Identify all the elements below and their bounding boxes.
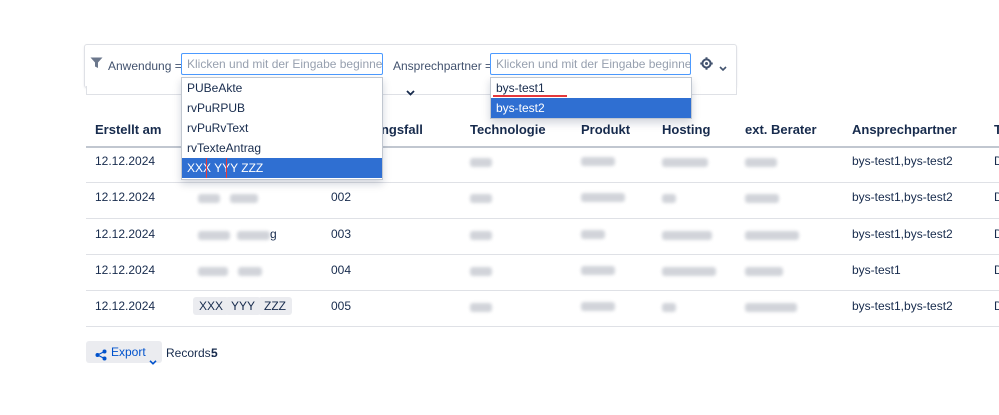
cell-redacted: [581, 157, 615, 166]
dropdown-option[interactable]: PUBeAkte: [182, 78, 382, 98]
ansprechpartner-dropdown: bys-test1 bys-test2: [490, 77, 692, 119]
cell-redacted: [745, 267, 783, 276]
cell-redacted: [470, 158, 492, 167]
cell-number: 002: [331, 190, 352, 204]
column-header-produkt[interactable]: Produkt: [581, 122, 630, 137]
cell-redacted: [745, 158, 777, 167]
cell-redacted: [237, 231, 270, 240]
dropdown-option-selected[interactable]: XXX YYY ZZZ: [182, 158, 382, 178]
cell-ansprechpartner: bys-test1: [852, 263, 901, 277]
cell-redacted: [581, 193, 625, 202]
cell-redacted: [581, 266, 615, 275]
settings-chevron-down-icon[interactable]: [719, 61, 727, 75]
cell-redacted: [470, 267, 492, 276]
chevron-down-icon: [149, 350, 157, 372]
chevron-down-icon[interactable]: [406, 85, 415, 99]
records-count: 5: [211, 346, 218, 360]
column-header-technologie[interactable]: Technologie: [470, 122, 546, 137]
cell-redacted: [198, 267, 228, 276]
cell-number: 003: [331, 227, 352, 241]
cell-date: 12.12.2024: [95, 227, 156, 241]
cell-truncated: D: [994, 299, 999, 313]
column-header-erstellt[interactable]: Erstellt am: [95, 122, 161, 137]
column-header-truncated[interactable]: T: [994, 122, 999, 137]
cell-redacted: [581, 230, 605, 239]
filter-icon: [90, 57, 103, 72]
tag-chip: ZZZ: [258, 297, 292, 315]
cell-partial-text: g: [270, 227, 277, 241]
row-divider: [86, 218, 999, 219]
cell-date: 12.12.2024: [95, 190, 156, 204]
cell-number: 005: [331, 299, 352, 313]
ansprechpartner-label: Ansprechpartner =: [393, 59, 493, 73]
cell-redacted: [662, 267, 716, 276]
cell-date: 12.12.2024: [95, 299, 156, 313]
column-header-berater[interactable]: ext. Berater: [745, 122, 817, 137]
export-label: Export: [111, 345, 146, 359]
cell-date: 12.12.2024: [95, 154, 156, 168]
gear-icon[interactable]: [700, 57, 713, 73]
cell-redacted: [470, 303, 492, 312]
tag-chip: YYY: [225, 297, 262, 315]
column-header-hosting[interactable]: Hosting: [662, 122, 710, 137]
row-divider: [86, 326, 999, 327]
cell-ansprechpartner: bys-test1,bys-test2: [852, 190, 953, 204]
records-label: Records:: [166, 346, 215, 360]
cell-date: 12.12.2024: [95, 263, 156, 277]
anwendung-input[interactable]: Klicken und mit der Eingabe beginnen...: [181, 53, 383, 75]
cell-redacted: [745, 231, 799, 240]
cell-truncated: D: [994, 154, 999, 168]
annotation-mark: [226, 158, 227, 178]
row-divider: [86, 290, 999, 291]
cell-redacted: [238, 267, 262, 276]
cell-redacted: [198, 194, 220, 203]
dropdown-option-selected[interactable]: bys-test2: [491, 98, 691, 118]
cell-redacted: [230, 194, 258, 203]
cell-redacted: [662, 303, 676, 312]
cell-redacted: [745, 194, 779, 203]
cell-truncated: D: [994, 190, 999, 204]
tag-chip: XXX: [193, 297, 230, 315]
cell-number: 004: [331, 263, 352, 277]
dropdown-option[interactable]: rvTexteAntrag: [182, 138, 382, 158]
ansprechpartner-input[interactable]: Klicken und mit der Eingabe beginnen...: [490, 53, 691, 75]
cell-redacted: [662, 231, 712, 240]
cell-redacted: [581, 302, 615, 311]
cell-ansprechpartner: bys-test1,bys-test2: [852, 227, 953, 241]
cell-redacted: [198, 231, 230, 240]
cell-ansprechpartner: bys-test1,bys-test2: [852, 154, 953, 168]
cell-redacted: [662, 158, 708, 167]
cell-redacted: [470, 194, 492, 203]
cell-redacted: [470, 231, 492, 240]
annotation-mark: [206, 158, 207, 178]
dropdown-option[interactable]: rvPuRPUB: [182, 98, 382, 118]
share-icon: [95, 346, 107, 368]
column-header-ansprechpartner[interactable]: Ansprechpartner: [852, 122, 957, 137]
cell-ansprechpartner: bys-test1,bys-test2: [852, 299, 953, 313]
anwendung-dropdown: PUBeAkte rvPuRPUB rvPuRvText rvTexteAntr…: [181, 77, 383, 180]
cell-redacted: [745, 303, 797, 312]
anwendung-label: Anwendung =: [108, 59, 182, 73]
row-divider: [86, 254, 999, 255]
cell-truncated: D: [994, 263, 999, 277]
cell-redacted: [662, 194, 676, 203]
dropdown-option[interactable]: rvPuRvText: [182, 118, 382, 138]
cell-truncated: D: [994, 227, 999, 241]
annotation-underline: [493, 95, 567, 97]
export-button[interactable]: Export: [86, 341, 162, 365]
row-divider: [86, 182, 999, 183]
